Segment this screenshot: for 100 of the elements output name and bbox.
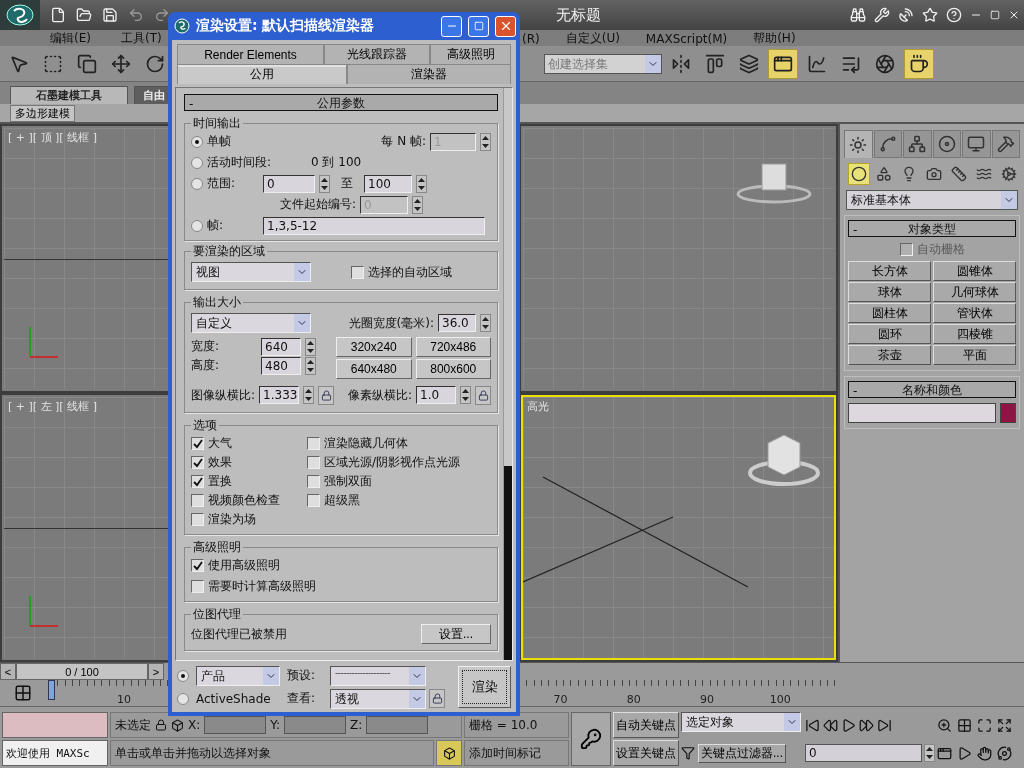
view-dropdown[interactable]: 透视 (330, 688, 426, 709)
setup-button[interactable]: 设置... (421, 624, 491, 644)
undo-icon[interactable] (128, 7, 144, 23)
cube-icon[interactable] (171, 718, 184, 732)
spinner-button[interactable] (460, 386, 471, 404)
frames-field[interactable]: 1,3,5-12 (263, 216, 485, 235)
lock-button[interactable] (318, 385, 335, 405)
star-icon[interactable] (922, 7, 938, 23)
help-icon[interactable] (946, 7, 962, 23)
range-start-field[interactable]: 0 (263, 174, 315, 193)
category-dropdown[interactable]: 标准基本体 (846, 190, 1018, 210)
tab[interactable]: Render Elements (177, 44, 324, 64)
radio-button[interactable] (191, 156, 203, 169)
primitive-button[interactable]: 圆锥体 (933, 261, 1016, 281)
binoculars-icon[interactable] (850, 7, 866, 23)
expand-icon[interactable] (997, 717, 1012, 733)
isolate-toggle[interactable] (436, 740, 462, 766)
minimize-button[interactable] (441, 15, 462, 37)
pixel-aspect-field[interactable]: 1.0 (416, 386, 456, 404)
redo-icon[interactable] (154, 7, 170, 23)
lock-button[interactable] (475, 385, 491, 405)
lock-button[interactable] (429, 689, 445, 708)
key-button[interactable] (571, 712, 611, 766)
save-icon[interactable] (102, 7, 118, 23)
primitive-button[interactable]: 平面 (933, 345, 1016, 365)
collapse-toggle[interactable]: - (849, 222, 863, 237)
output-size-dropdown[interactable]: 自定义 (191, 313, 311, 333)
checkbox[interactable] (191, 513, 204, 526)
frame-field[interactable]: 0 (805, 744, 922, 762)
checkbox[interactable] (191, 580, 204, 593)
y-field[interactable] (284, 716, 347, 734)
ribbon-panel-tab[interactable]: 多边形建模 (10, 104, 75, 122)
resolution-preset-button[interactable]: 640x480 (336, 359, 412, 379)
lock-icon[interactable] (155, 719, 167, 731)
primitive-button[interactable]: 球体 (848, 282, 931, 302)
scrollbar[interactable] (503, 88, 512, 660)
next-frame-icon[interactable] (859, 717, 874, 733)
auto-key-button[interactable]: 自动关键点 (613, 712, 679, 738)
close-button[interactable] (495, 15, 516, 37)
key-filters-button[interactable]: 关键点过滤器... (698, 743, 786, 763)
primitive-button[interactable]: 管状体 (933, 303, 1016, 323)
sun-tab[interactable] (844, 130, 873, 158)
checkbox[interactable] (307, 494, 320, 507)
sphere-button[interactable] (848, 163, 870, 185)
primitive-button[interactable]: 茶壶 (848, 345, 931, 365)
viewport[interactable]: 高光 (521, 395, 836, 660)
menu-item[interactable]: 编辑(E) (50, 30, 91, 47)
next-button[interactable]: > (148, 663, 164, 680)
collapse-toggle[interactable]: - (849, 383, 863, 398)
menu-item[interactable]: MAXScript(M) (645, 31, 728, 46)
play-icon[interactable] (841, 717, 856, 733)
primitive-button[interactable]: 圆环 (848, 324, 931, 344)
window-icon[interactable] (768, 48, 798, 79)
checkbox[interactable] (351, 265, 364, 279)
maximize-button[interactable] (468, 15, 489, 37)
primitive-button[interactable]: 圆柱体 (848, 303, 931, 323)
scroll-thumb[interactable] (504, 465, 512, 660)
spinner-button[interactable] (412, 195, 423, 214)
spinner-button[interactable] (416, 174, 427, 193)
resolution-preset-button[interactable]: 320x240 (336, 337, 412, 357)
render-mode-dropdown[interactable]: 产品 (196, 665, 280, 686)
maximize-icon[interactable] (990, 10, 1000, 20)
spinner-button[interactable] (319, 174, 330, 193)
spinner-button[interactable] (305, 337, 316, 356)
preset-dropdown[interactable]: -------------------- (330, 665, 426, 686)
ribbon-tab[interactable]: 石墨建模工具 (10, 86, 128, 104)
go-to-end-icon[interactable] (877, 717, 892, 733)
hierarchy-tab[interactable] (903, 130, 932, 158)
width-field[interactable]: 640 (261, 337, 301, 356)
previous-button[interactable]: < (0, 663, 16, 680)
image-aspect-field[interactable]: 1.333 (259, 386, 300, 404)
checkbox[interactable] (307, 437, 320, 450)
maximize-view-icon[interactable] (977, 717, 992, 733)
radio-button[interactable] (177, 669, 189, 682)
grid-icon[interactable] (957, 717, 972, 733)
height-field[interactable]: 480 (261, 356, 301, 375)
checkbox[interactable] (191, 494, 204, 507)
primitive-button[interactable]: 几何球体 (933, 282, 1016, 302)
primitive-button[interactable]: 长方体 (848, 261, 931, 281)
triangle-icon[interactable] (957, 745, 972, 761)
curve-tab[interactable] (873, 130, 902, 158)
go-to-start-icon[interactable] (805, 717, 820, 733)
checkbox[interactable] (191, 559, 204, 572)
aperture-field[interactable]: 36.0 (438, 314, 476, 332)
teapot-icon[interactable] (904, 48, 934, 79)
spinner-button[interactable] (924, 744, 935, 762)
menu-item[interactable]: 自定义(U) (565, 30, 620, 47)
zoom-icon[interactable] (937, 717, 952, 733)
spinner-button[interactable] (480, 314, 491, 332)
checkbox[interactable] (307, 475, 320, 488)
checkbox[interactable] (191, 456, 204, 469)
disc-tab[interactable] (932, 130, 961, 158)
z-field[interactable] (366, 716, 429, 734)
folder-icon[interactable] (76, 7, 92, 23)
spinner-button[interactable] (303, 386, 315, 404)
new-file-icon[interactable] (50, 7, 66, 23)
radio-button[interactable] (191, 135, 203, 148)
menu-item[interactable]: 帮助(H) (753, 30, 796, 47)
range-end-field[interactable]: 100 (364, 174, 412, 193)
orbit-icon[interactable] (997, 745, 1012, 761)
